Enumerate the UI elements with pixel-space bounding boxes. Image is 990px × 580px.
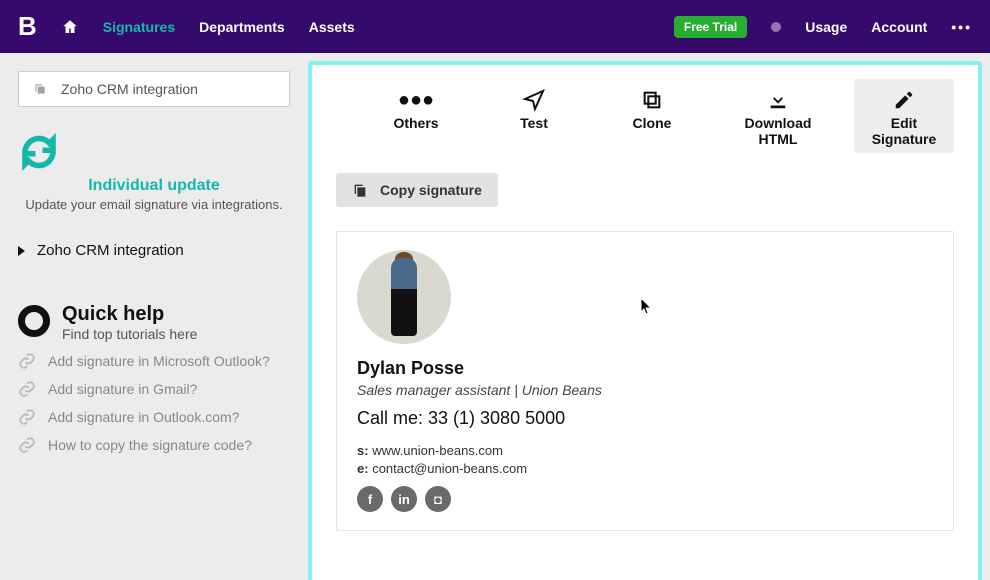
signature-role: Sales manager assistant | Union Beans [357, 382, 933, 398]
free-trial-badge[interactable]: Free Trial [674, 16, 747, 38]
action-label: Download HTML [724, 115, 832, 147]
nav-departments[interactable]: Departments [199, 19, 285, 35]
lifebuoy-icon [18, 305, 50, 337]
nav-account[interactable]: Account [871, 19, 927, 35]
action-test[interactable]: Test [484, 79, 584, 153]
copy-icon [33, 82, 47, 96]
download-icon [724, 87, 832, 113]
integration-selector[interactable]: Zoho CRM integration [18, 71, 290, 107]
signature-panel: ●●● Others Test Clone [308, 61, 982, 580]
sidebar-tree-label: Zoho CRM integration [37, 242, 184, 259]
help-link-label: Add signature in Microsoft Outlook? [48, 353, 270, 369]
action-clone[interactable]: Clone [602, 79, 702, 153]
copy-signature-button[interactable]: Copy signature [336, 173, 498, 207]
link-icon [18, 380, 36, 398]
individual-update-sub: Update your email signature via integrat… [18, 197, 290, 212]
link-icon [18, 408, 36, 426]
link-icon [18, 436, 36, 454]
quick-help-header: Quick help Find top tutorials here [18, 303, 290, 342]
sidebar: Zoho CRM integration Individual update U… [0, 53, 308, 580]
individual-update-title: Individual update [18, 177, 290, 195]
facebook-icon[interactable]: f [357, 486, 383, 512]
nav-more-icon[interactable]: ••• [951, 19, 972, 35]
integration-selector-label: Zoho CRM integration [61, 81, 198, 97]
signature-phone: Call me: 33 (1) 3080 5000 [357, 408, 933, 429]
refresh-icon [18, 131, 60, 173]
main-area: ●●● Others Test Clone [308, 53, 990, 580]
copy-icon [352, 182, 368, 198]
brand-logo[interactable]: B [18, 11, 37, 42]
help-link-outlook[interactable]: Add signature in Microsoft Outlook? [18, 352, 290, 370]
quick-help-title: Quick help [62, 303, 197, 326]
help-link-copycode[interactable]: How to copy the signature code? [18, 436, 290, 454]
signature-name: Dylan Posse [357, 358, 933, 379]
help-link-label: Add signature in Outlook.com? [48, 409, 239, 425]
signature-preview: Dylan Posse Sales manager assistant | Un… [336, 231, 954, 531]
help-link-label: Add signature in Gmail? [48, 381, 197, 397]
action-label: Edit Signature [858, 115, 950, 147]
link-icon [18, 352, 36, 370]
individual-update-block: Individual update Update your email sign… [18, 131, 290, 212]
linkedin-icon[interactable]: in [391, 486, 417, 512]
quick-help-sub: Find top tutorials here [62, 326, 197, 342]
signature-social: f in ◘ [357, 486, 933, 512]
action-others[interactable]: ●●● Others [366, 79, 466, 153]
instagram-icon[interactable]: ◘ [425, 486, 451, 512]
nav-usage[interactable]: Usage [805, 19, 847, 35]
help-link-label: How to copy the signature code? [48, 437, 252, 453]
help-link-gmail[interactable]: Add signature in Gmail? [18, 380, 290, 398]
nav-signatures[interactable]: Signatures [103, 19, 175, 35]
action-label: Test [488, 115, 580, 131]
dots-icon: ●●● [370, 87, 462, 113]
status-dot [771, 22, 781, 32]
sidebar-tree-item[interactable]: Zoho CRM integration [18, 242, 290, 259]
home-icon[interactable] [61, 18, 79, 36]
caret-right-icon [18, 246, 25, 256]
action-label: Clone [606, 115, 698, 131]
panel-actions: ●●● Others Test Clone [336, 79, 954, 153]
avatar [357, 250, 451, 344]
nav-assets[interactable]: Assets [309, 19, 355, 35]
help-link-outlookcom[interactable]: Add signature in Outlook.com? [18, 408, 290, 426]
edit-icon [858, 87, 950, 113]
clone-icon [606, 87, 698, 113]
action-edit-signature[interactable]: Edit Signature [854, 79, 954, 153]
signature-site: s: www.union-beans.com [357, 443, 933, 458]
action-label: Others [370, 115, 462, 131]
paper-plane-icon [488, 87, 580, 113]
action-download-html[interactable]: Download HTML [720, 79, 836, 153]
top-nav: B Signatures Departments Assets Free Tri… [0, 0, 990, 53]
copy-signature-label: Copy signature [380, 182, 482, 198]
signature-email: e: contact@union-beans.com [357, 461, 933, 476]
